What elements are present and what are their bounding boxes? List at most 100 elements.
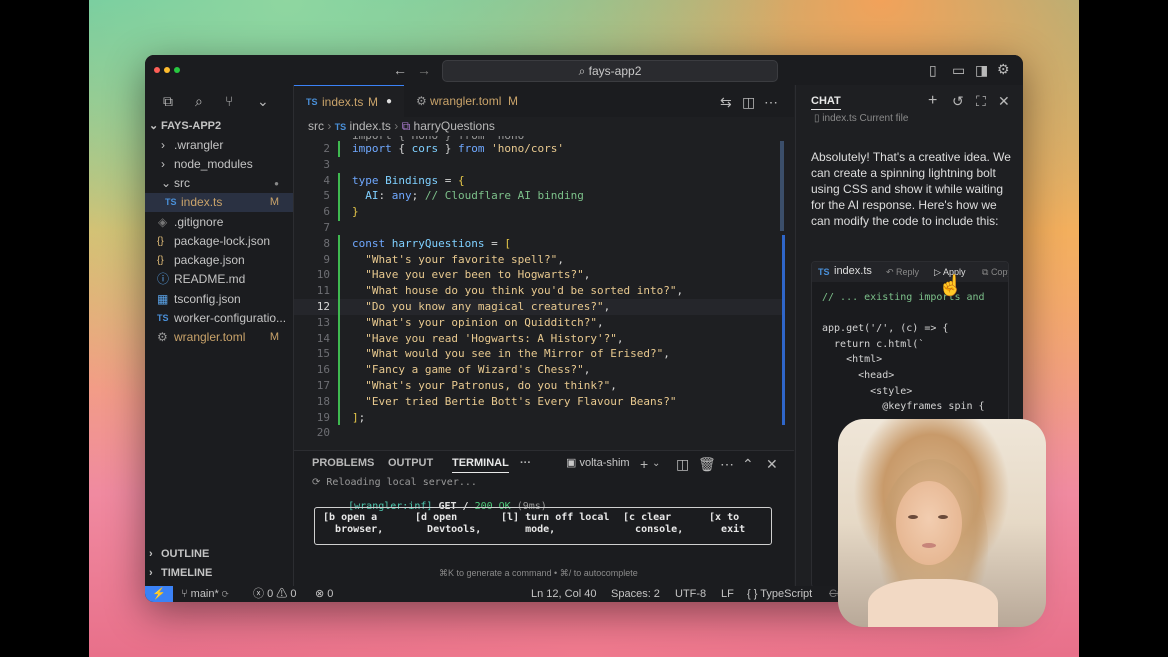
git-gutter-added (338, 173, 340, 221)
more-actions-icon[interactable]: ⋯ (720, 456, 734, 472)
chevron-up-icon[interactable]: ⌃ (742, 456, 754, 472)
reply-button[interactable]: ↶ Reply (886, 267, 919, 278)
chat-title[interactable]: CHAT (811, 95, 841, 110)
scrollbar-thumb[interactable] (780, 141, 784, 231)
tab-terminal[interactable]: TERMINAL (452, 457, 509, 473)
code-block-header: TS index.ts ↶ Reply ▷ Apply ⧉ Copy (812, 262, 1008, 282)
trash-icon[interactable]: 🗑 (698, 456, 716, 472)
more-tabs-icon[interactable]: ··· (520, 457, 531, 469)
copy-button[interactable]: ⧉ Copy (982, 267, 1008, 278)
code-line[interactable]: 11 "What house do you think you'd be sor… (294, 283, 784, 299)
tree-item-node-modules[interactable]: › node_modules (145, 155, 293, 174)
code-line[interactable]: 12 "Do you know any magical creatures?", (294, 299, 784, 315)
tree-item-tsconfig[interactable]: ▦ tsconfig.json (145, 290, 293, 309)
terminal-selector[interactable]: ▣ volta-shim (566, 456, 630, 469)
tab-output[interactable]: OUTPUT (388, 457, 433, 469)
tree-item-index-ts[interactable]: TS index.ts M (145, 193, 293, 212)
code-line[interactable]: 15 "What would you see in the Mirror of … (294, 346, 784, 362)
shortcut-local-mode[interactable]: [l] turn off local mode, (501, 512, 609, 536)
toggle-secondary-sidebar-icon[interactable]: ◨ (975, 62, 988, 78)
line-number: 6 (323, 205, 330, 219)
code-line[interactable]: 18 "Ever tried Bertie Bott's Every Flavo… (294, 394, 784, 410)
problems-indicator[interactable]: ⓧ 0 ⚠ 0 (253, 586, 296, 602)
gear-icon[interactable]: ⚙ (997, 61, 1010, 77)
tree-item-readme[interactable]: ⓘ README.md (145, 270, 293, 289)
shortcut-open-devtools[interactable]: [d open Devtools, (415, 512, 481, 536)
tree-item-gitignore[interactable]: ◈ .gitignore (145, 213, 293, 232)
close-icon[interactable]: ✕ (998, 93, 1010, 109)
minimize-window-button[interactable] (164, 67, 170, 73)
tree-item-src[interactable]: ⌄ src ● (145, 174, 293, 193)
unsaved-dot-icon[interactable]: ● (386, 86, 392, 118)
code-line[interactable]: 9 "What's your favorite spell?", (294, 252, 784, 268)
code-line[interactable]: 5 AI: any; // Cloudflare AI binding (294, 188, 784, 204)
toggle-panel-icon[interactable]: ▭ (952, 62, 965, 78)
breadcrumb-file[interactable]: index.ts (350, 119, 391, 133)
code-block-filename: index.ts (834, 265, 872, 277)
branch-indicator[interactable]: ⑂ main* ⟳ (181, 586, 228, 602)
code-line[interactable]: 4 type Bindings = { (294, 173, 784, 189)
chevron-down-icon[interactable]: ⌄ (652, 456, 660, 472)
language-mode[interactable]: { } TypeScript (747, 586, 812, 602)
back-arrow-icon[interactable]: ← (393, 62, 407, 78)
code-line[interactable]: 6} (294, 204, 784, 220)
forward-arrow-icon[interactable]: → (417, 62, 431, 78)
tree-item-package-lock[interactable]: {} package-lock.json (145, 232, 293, 251)
code-line[interactable]: 7 (294, 220, 784, 236)
code-line[interactable]: 10 "Have you ever been to Hogwarts?", (294, 267, 784, 283)
toggle-sidebar-icon[interactable]: ▯ (929, 62, 937, 78)
tree-item-worker-configuration[interactable]: TS worker-configuratio... (145, 309, 293, 328)
ports-indicator[interactable]: ⊗ 0 (315, 586, 333, 602)
maximize-window-button[interactable] (174, 67, 180, 73)
code-line[interactable]: 20 (294, 425, 784, 441)
context-file-chip[interactable]: ▯ index.ts Current file (814, 113, 908, 124)
tab-wrangler-toml[interactable]: ⚙ wrangler.toml M (406, 85, 534, 117)
tab-problems[interactable]: PROBLEMS (312, 457, 374, 469)
breadcrumb-symbol[interactable]: harryQuestions (414, 119, 495, 133)
add-terminal-icon[interactable]: + (640, 456, 648, 472)
source-control-icon[interactable]: ⑂ (225, 93, 233, 109)
code-line[interactable]: 3 (294, 157, 784, 173)
close-window-button[interactable] (154, 67, 160, 73)
encoding[interactable]: UTF-8 (675, 586, 706, 602)
explorer-root-folder[interactable]: ⌄ FAYS-APP2 (145, 117, 293, 136)
indentation[interactable]: Spaces: 2 (611, 586, 660, 602)
timeline-section[interactable]: › TIMELINE (145, 564, 293, 583)
files-icon[interactable]: ⧉ (163, 93, 173, 109)
code-line[interactable]: 16 "Fancy a game of Wizard's Chess?", (294, 362, 784, 378)
cursor-position[interactable]: Ln 12, Col 40 (531, 586, 596, 602)
new-chat-icon[interactable]: + (928, 93, 937, 109)
end-of-line[interactable]: LF (721, 586, 734, 602)
context-file-label: Current file (859, 113, 909, 124)
more-actions-icon[interactable]: ⋯ (764, 94, 778, 110)
code-line[interactable]: 19]; (294, 410, 784, 426)
split-terminal-icon[interactable]: ◫ (676, 456, 689, 472)
expand-icon[interactable]: ⛶ (976, 93, 986, 109)
tree-item-package-json[interactable]: {} package.json (145, 251, 293, 270)
code-line[interactable]: 13 "What's your opinion on Quidditch?", (294, 315, 784, 331)
code-line[interactable]: 8 const harryQuestions = [ (294, 236, 784, 252)
split-editor-icon[interactable]: ◫ (742, 94, 755, 110)
chevron-down-icon[interactable]: ⌄ (257, 93, 269, 109)
search-icon[interactable]: ⌕ (195, 93, 203, 109)
code-line[interactable]: 17 "What's your Patronus, do you think?"… (294, 378, 784, 394)
breadcrumb-folder[interactable]: src (308, 119, 324, 133)
shortcut-clear-console[interactable]: [c clear console, (623, 512, 683, 536)
history-icon[interactable]: ↺ (952, 93, 964, 109)
code-block-line: return c.html(` (822, 338, 925, 350)
line-number: 4 (323, 173, 330, 187)
shortcut-exit[interactable]: [x to exit (709, 512, 745, 536)
code-line[interactable]: 14 "Have you read 'Hogwarts: A History'?… (294, 331, 784, 347)
shortcut-open-browser[interactable]: [b open a browser, (323, 512, 383, 536)
tab-index-ts[interactable]: TS index.ts M ● (294, 85, 404, 118)
command-search-box[interactable]: ⌕ fays-app2 (442, 60, 778, 82)
tree-item-wrangler-dir[interactable]: › .wrangler (145, 136, 293, 155)
close-icon[interactable]: ✕ (766, 456, 778, 472)
line-number: 11 (316, 284, 330, 298)
outline-section[interactable]: › OUTLINE (145, 545, 293, 564)
compare-changes-icon[interactable]: ⇆ (720, 94, 732, 110)
remote-indicator-icon[interactable]: ⚡ (145, 586, 173, 602)
typescript-file-icon: TS (165, 197, 177, 207)
code-line[interactable]: 2 import { cors } from 'hono/cors' (294, 141, 784, 157)
tree-item-wrangler-toml[interactable]: ⚙ wrangler.toml M (145, 328, 293, 347)
